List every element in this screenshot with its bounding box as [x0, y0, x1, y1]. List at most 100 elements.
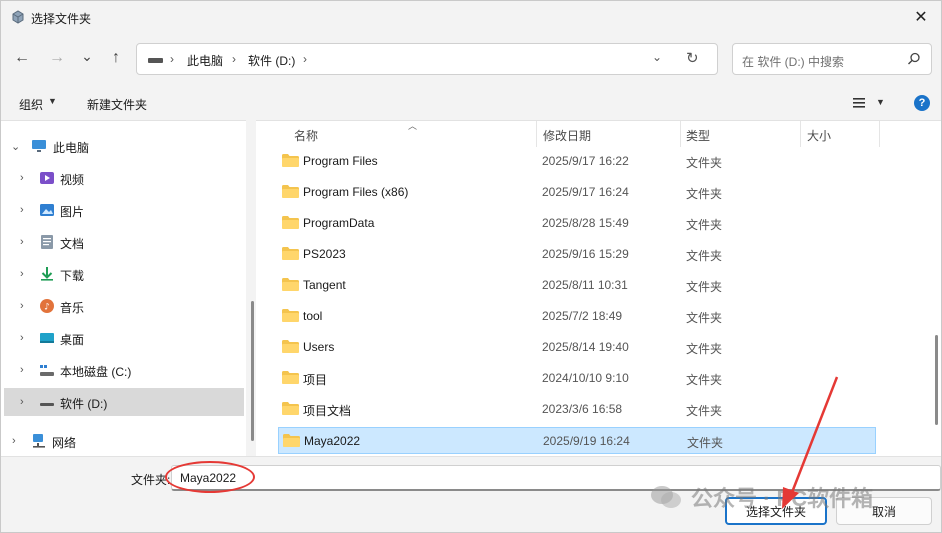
address-dropdown-icon[interactable]: ⌄ [652, 50, 662, 64]
tree-item-network[interactable]: › 网络 [1, 427, 246, 455]
file-name: Maya2022 [304, 434, 361, 448]
breadcrumb-drive-d[interactable]: 软件 (D:) [248, 52, 295, 69]
file-modified: 2025/9/17 16:22 [542, 154, 629, 168]
folder-icon [282, 154, 299, 167]
file-name: tool [303, 309, 323, 323]
chevron-right-icon[interactable]: › [20, 172, 24, 184]
tree-item-documents[interactable]: › 文档 [1, 228, 246, 256]
tree-item-label: 桌面 [60, 333, 85, 347]
folder-icon [282, 402, 299, 415]
chevron-right-icon[interactable]: › [12, 435, 16, 447]
column-modified[interactable]: 修改日期 [543, 127, 591, 144]
arrow-right-icon: → [49, 49, 65, 66]
folder-icon [282, 278, 299, 291]
music-icon: ♪ [40, 299, 54, 313]
chevron-right-icon[interactable]: › [20, 236, 24, 248]
back-button[interactable]: ← [11, 47, 33, 69]
file-modified: 2025/8/14 19:40 [542, 340, 629, 354]
tree-item-label: 下载 [60, 269, 85, 283]
chevron-right-icon[interactable]: › [20, 204, 24, 216]
column-name[interactable]: 名称 [294, 127, 318, 144]
chevron-down-icon: ⌄ [81, 47, 93, 64]
file-row[interactable]: Program Files 2025/9/17 16:22 文件夹 [278, 148, 876, 175]
file-modified: 2023/3/6 16:58 [542, 402, 623, 416]
refresh-icon[interactable]: ↻ [686, 49, 699, 67]
file-row[interactable]: 项目 2024/10/10 9:10 文件夹 [278, 365, 876, 392]
folder-field-label: 文件夹: [131, 473, 171, 487]
organize-caret-icon: ▼ [48, 96, 57, 106]
file-list-scrollbar[interactable] [935, 335, 938, 425]
drive-icon [40, 403, 54, 406]
file-type: 文件夹 [686, 218, 723, 232]
folder-icon [282, 216, 299, 229]
tree-item-drive-c[interactable]: › 本地磁盘 (C:) [1, 356, 246, 384]
folder-icon [282, 185, 299, 198]
search-box[interactable]: 在 软件 (D:) 中搜索 [732, 43, 932, 75]
file-name: Tangent [303, 278, 346, 292]
chevron-right-icon[interactable]: › [20, 332, 24, 344]
chevron-right-icon[interactable]: › [20, 396, 24, 408]
address-bar[interactable]: › 此电脑 › 软件 (D:) › ⌄ ↻ [136, 43, 718, 75]
file-type: 文件夹 [686, 249, 723, 263]
new-folder-button[interactable]: 新建文件夹 [87, 96, 147, 113]
tree-item-music[interactable]: › ♪ 音乐 [1, 292, 246, 320]
tree-item-drive-d[interactable]: › 软件 (D:) [4, 388, 244, 416]
close-button[interactable]: ✕ [901, 1, 941, 33]
tree-item-label: 软件 (D:) [60, 397, 108, 411]
folder-icon [283, 434, 300, 447]
file-list: ︿ 名称 修改日期 类型 大小 Program Files 2025/9/17 … [256, 120, 941, 456]
tree-item-videos[interactable]: › 视频 [1, 164, 246, 192]
folder-icon [282, 340, 299, 353]
file-modified: 2025/7/2 18:49 [542, 309, 623, 323]
tree-item-desktop[interactable]: › 桌面 [1, 324, 246, 352]
sort-ascending-icon: ︿ [408, 121, 418, 131]
drive-icon [148, 58, 163, 63]
arrow-up-icon: ↑ [112, 49, 120, 66]
column-divider[interactable] [800, 121, 801, 147]
up-button[interactable]: ↑ [105, 47, 127, 69]
navigation-scrollbar[interactable] [251, 301, 254, 441]
file-modified: 2025/9/19 16:24 [543, 434, 630, 448]
file-row[interactable]: Users 2025/8/14 19:40 文件夹 [278, 334, 876, 361]
column-size[interactable]: 大小 [807, 127, 831, 144]
file-row[interactable]: PS2023 2025/9/16 15:29 文件夹 [278, 241, 876, 268]
tree-item-label: 图片 [60, 205, 85, 219]
view-caret-icon[interactable]: ▼ [876, 97, 885, 107]
tree-item-pictures[interactable]: › 图片 [1, 196, 246, 224]
tree-item-label: 文档 [60, 237, 85, 251]
file-row[interactable]: 项目文档 2023/3/6 16:58 文件夹 [278, 396, 876, 423]
forward-button[interactable]: → [46, 47, 68, 69]
documents-icon [41, 235, 53, 249]
tree-item-downloads[interactable]: › 下载 [1, 260, 246, 288]
file-type: 文件夹 [686, 311, 723, 325]
file-row[interactable]: tool 2025/7/2 18:49 文件夹 [278, 303, 876, 330]
file-row[interactable]: Tangent 2025/8/11 10:31 文件夹 [278, 272, 876, 299]
recent-locations-button[interactable]: ⌄ [76, 45, 98, 67]
file-name: ProgramData [303, 216, 375, 230]
column-type[interactable]: 类型 [686, 127, 710, 144]
chevron-right-icon[interactable]: › [20, 268, 24, 280]
tree-item-this-pc[interactable]: ⌄ 此电脑 [1, 132, 246, 160]
chevron-down-icon[interactable]: ⌄ [11, 140, 20, 153]
column-divider[interactable] [536, 121, 537, 147]
file-type: 文件夹 [686, 373, 723, 387]
file-type: 文件夹 [686, 342, 723, 356]
navigation-pane: ⌄ 此电脑 › 视频 › 图片 › 文档 › 下载 › ♪ 音乐 › 桌面 › … [1, 120, 246, 456]
close-icon: ✕ [914, 9, 928, 26]
organize-button[interactable]: 组织 [19, 96, 43, 113]
view-options-icon[interactable] [852, 96, 866, 110]
column-divider[interactable] [680, 121, 681, 147]
chevron-right-icon[interactable]: › [20, 300, 24, 312]
help-button[interactable]: ? [914, 95, 930, 111]
file-row[interactable]: Program Files (x86) 2025/9/17 16:24 文件夹 [278, 179, 876, 206]
breadcrumb-this-pc[interactable]: 此电脑 [187, 52, 223, 69]
file-type: 文件夹 [686, 280, 723, 294]
computer-icon [32, 140, 46, 152]
file-modified: 2025/9/16 15:29 [542, 247, 629, 261]
file-row[interactable]: ProgramData 2025/8/28 15:49 文件夹 [278, 210, 876, 237]
chevron-right-icon[interactable]: › [20, 364, 24, 376]
search-placeholder: 在 软件 (D:) 中搜索 [742, 55, 844, 69]
network-icon [33, 434, 45, 448]
column-divider[interactable] [879, 121, 880, 147]
file-row-selected[interactable]: Maya2022 2025/9/19 16:24 文件夹 [278, 427, 876, 454]
